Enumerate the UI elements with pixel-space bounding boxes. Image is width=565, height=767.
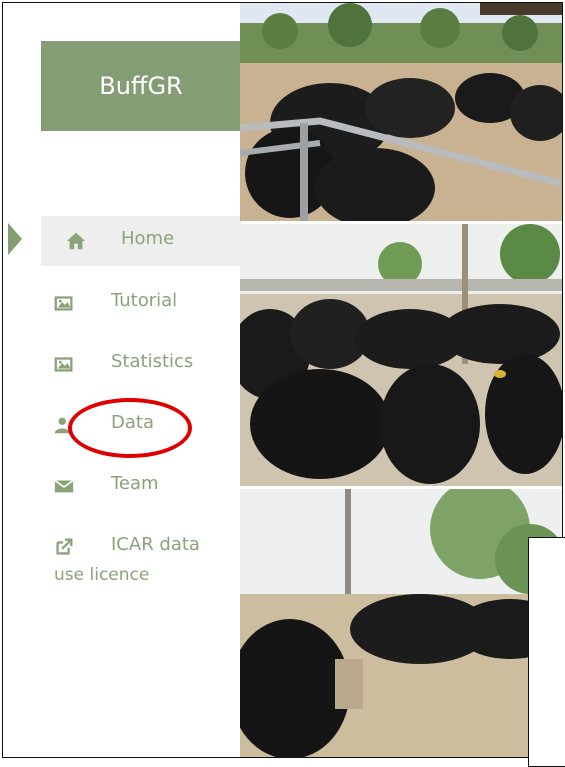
sidebar-item-label: Team — [111, 473, 159, 494]
buffalo-photo — [240, 3, 562, 221]
picture-icon — [54, 357, 73, 372]
sidebar-item-statistics[interactable]: Statistics — [41, 339, 241, 389]
sidebar-item-label: Tutorial — [111, 290, 178, 311]
buffalo-photo — [240, 489, 562, 757]
sidebar: BuffGR Home Tutorial Statistics Data Tea… — [3, 3, 241, 757]
sidebar-item-label: Statistics — [111, 351, 194, 372]
external-link-icon — [56, 538, 73, 555]
picture-icon — [54, 296, 73, 311]
sidebar-item-label: Home — [121, 228, 175, 249]
envelope-icon — [54, 479, 74, 493]
buffalo-photo — [240, 224, 562, 486]
home-icon — [66, 232, 86, 250]
active-pointer — [8, 223, 22, 255]
highlight-annotation — [68, 398, 192, 458]
sidebar-item-home[interactable]: Home — [41, 216, 241, 266]
photo-gallery — [240, 3, 562, 757]
sidebar-item-label-line2: use licence — [54, 565, 150, 585]
sidebar-item-tutorial[interactable]: Tutorial — [41, 278, 241, 328]
brand-title: BuffGR — [99, 72, 183, 100]
sidebar-item-team[interactable]: Team — [41, 461, 241, 511]
brand-logo[interactable]: BuffGR — [41, 41, 241, 131]
app-window: BuffGR Home Tutorial Statistics Data Tea… — [2, 2, 563, 758]
sidebar-item-label: ICAR data — [111, 534, 200, 555]
popup-panel — [528, 537, 565, 767]
